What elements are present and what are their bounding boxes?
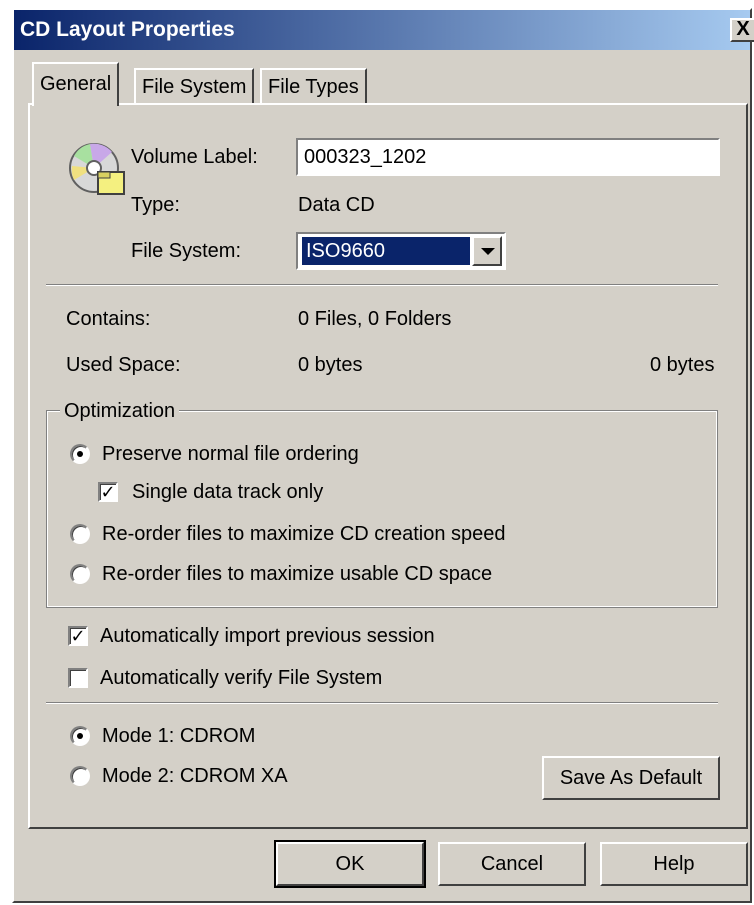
reorder-speed-radio[interactable] <box>70 524 90 544</box>
tab-file-types[interactable]: File Types <box>260 68 367 104</box>
preserve-ordering-radio[interactable] <box>70 444 90 464</box>
close-button[interactable]: X <box>730 18 754 42</box>
chevron-down-icon[interactable] <box>472 236 502 266</box>
reorder-speed-label: Re-order files to maximize CD creation s… <box>102 523 506 545</box>
mode2-radio[interactable] <box>70 766 90 786</box>
file-system-caption: File System: <box>131 240 242 262</box>
help-button[interactable]: Help <box>600 842 748 886</box>
tab-general-label: General <box>40 73 112 95</box>
mode1-radio[interactable] <box>70 726 90 746</box>
type-caption: Type: <box>131 194 180 216</box>
mode2-label: Mode 2: CDROM XA <box>102 765 288 787</box>
tab-file-system[interactable]: File System <box>134 68 255 104</box>
import-session-checkbox[interactable]: ✓ <box>68 626 88 646</box>
optimization-title: Optimization <box>60 400 180 423</box>
ok-button[interactable]: OK <box>274 840 426 888</box>
divider <box>46 702 718 704</box>
import-session-label: Automatically import previous session <box>100 625 435 647</box>
cancel-button[interactable]: Cancel <box>438 842 586 886</box>
type-value: Data CD <box>298 194 375 216</box>
verify-filesystem-checkbox[interactable] <box>68 668 88 688</box>
tab-file-types-label: File Types <box>268 76 359 98</box>
tab-general[interactable]: General <box>32 62 120 106</box>
preserve-ordering-label: Preserve normal file ordering <box>102 443 359 465</box>
tab-file-system-label: File System <box>142 76 247 98</box>
cd-icon <box>69 143 125 195</box>
close-icon: X <box>736 18 750 40</box>
contains-value: 0 Files, 0 Folders <box>298 308 452 330</box>
file-system-selected-value: ISO9660 <box>302 237 470 265</box>
single-track-checkbox[interactable]: ✓ <box>98 482 118 502</box>
reorder-space-label: Re-order files to maximize usable CD spa… <box>102 563 493 585</box>
file-system-select[interactable]: ISO9660 <box>296 232 506 270</box>
total-space-value: 0 bytes <box>650 354 715 376</box>
single-track-label: Single data track only <box>132 481 324 503</box>
volume-label-input[interactable]: 000323_1202 <box>296 138 720 176</box>
volume-label-caption: Volume Label: <box>131 146 258 168</box>
used-space-caption: Used Space: <box>66 354 181 376</box>
verify-filesystem-label: Automatically verify File System <box>100 667 383 689</box>
used-space-value: 0 bytes <box>298 354 363 376</box>
divider <box>46 284 718 286</box>
mode1-label: Mode 1: CDROM <box>102 725 256 747</box>
title-bar[interactable]: CD Layout Properties X <box>14 10 754 50</box>
reorder-space-radio[interactable] <box>70 564 90 584</box>
contains-caption: Contains: <box>66 308 151 330</box>
save-as-default-button[interactable]: Save As Default <box>542 756 720 800</box>
window-title: CD Layout Properties <box>20 18 235 41</box>
